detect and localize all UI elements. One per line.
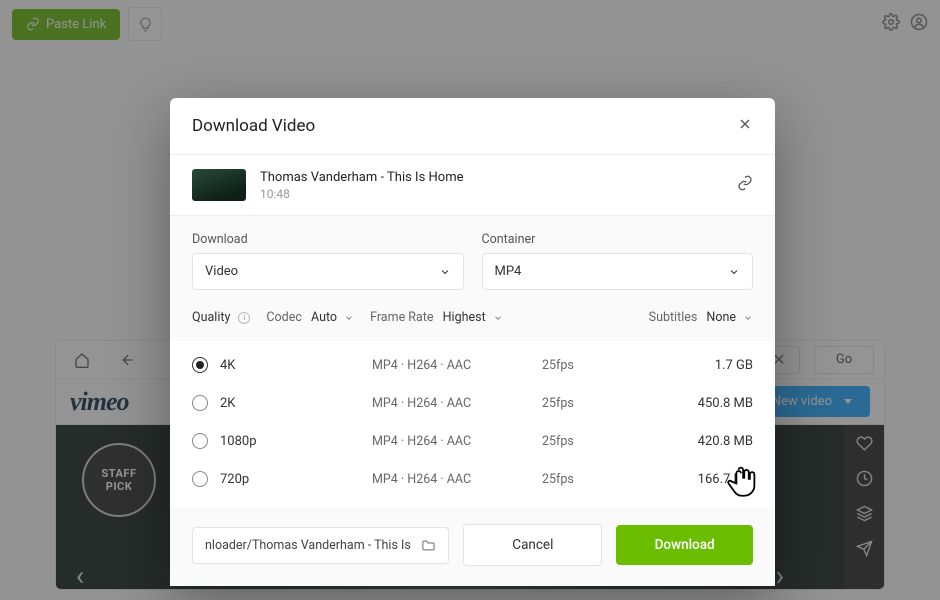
codec-select[interactable]: Codec Auto (266, 310, 354, 325)
dialog-title: Download Video (192, 116, 315, 136)
chevron-down-icon (344, 313, 354, 323)
video-duration: 10:48 (260, 187, 464, 201)
close-icon (737, 116, 753, 132)
cancel-button[interactable]: Cancel (463, 524, 602, 566)
quality-row-720p[interactable]: 720p MP4 · H264 · AAC25fps166.7 MB (192, 460, 753, 498)
codec-meta: MP4 · H264 · AAC (372, 472, 542, 487)
chevron-down-icon (439, 266, 451, 278)
file-size: 450.8 MB (632, 396, 753, 411)
output-path-field[interactable]: nloader/Thomas Vanderham - This Is Home.… (192, 527, 449, 564)
quality-list: 4KMP4 · H264 · AAC25fps1.7 GB2KMP4 · H26… (170, 341, 775, 508)
codec-meta: MP4 · H264 · AAC (372, 434, 542, 449)
video-link-button[interactable] (737, 175, 753, 195)
quality-label: 720p (220, 472, 249, 487)
codec-meta: MP4 · H264 · AAC (372, 396, 542, 411)
fps-label: 25fps (542, 396, 632, 411)
subtitles-select[interactable]: Subtitles None (649, 310, 753, 325)
quality-row-2k[interactable]: 2K MP4 · H264 · AAC25fps450.8 MB (192, 384, 753, 422)
radio-icon (192, 357, 208, 373)
download-button[interactable]: Download (616, 525, 753, 565)
quality-label: 4K (220, 358, 235, 373)
info-icon[interactable]: i (238, 312, 250, 324)
file-size: 1.7 GB (632, 358, 753, 373)
video-title: Thomas Vanderham - This Is Home (260, 170, 464, 185)
video-info-thumbnail (192, 169, 246, 201)
file-size: 420.8 MB (632, 434, 753, 449)
quality-label-group: Qualityi (192, 310, 250, 325)
radio-icon (192, 471, 208, 487)
framerate-select[interactable]: Frame Rate Highest (370, 310, 503, 325)
chevron-down-icon (493, 313, 503, 323)
file-size: 166.7 MB (632, 472, 753, 487)
fps-label: 25fps (542, 472, 632, 487)
fps-label: 25fps (542, 358, 632, 373)
radio-icon (192, 395, 208, 411)
download-type-label: Download (192, 232, 464, 247)
download-video-dialog: Download Video Thomas Vanderham - This I… (170, 98, 775, 586)
container-label: Container (482, 232, 754, 247)
quality-row-4k[interactable]: 4K MP4 · H264 · AAC25fps1.7 GB (192, 346, 753, 384)
codec-meta: MP4 · H264 · AAC (372, 358, 542, 373)
container-select[interactable]: MP4 (482, 253, 754, 290)
radio-icon (192, 433, 208, 449)
fps-label: 25fps (542, 434, 632, 449)
quality-label: 1080p (220, 434, 257, 449)
quality-row-1080p[interactable]: 1080p MP4 · H264 · AAC25fps420.8 MB (192, 422, 753, 460)
download-type-select[interactable]: Video (192, 253, 464, 290)
chevron-down-icon (743, 313, 753, 323)
link-icon (737, 175, 753, 191)
quality-label: 2K (220, 396, 235, 411)
dialog-close-button[interactable] (737, 116, 753, 136)
chevron-down-icon (728, 266, 740, 278)
folder-icon (421, 538, 436, 553)
